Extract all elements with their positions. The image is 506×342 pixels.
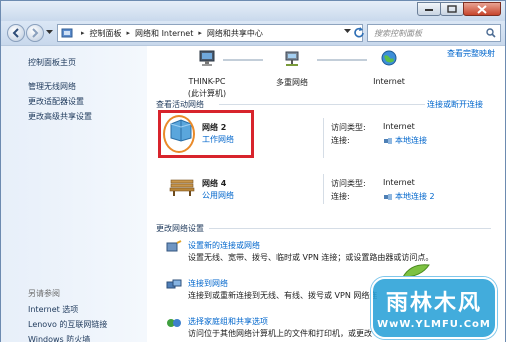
ethernet-connection-icon <box>384 137 392 144</box>
sidebar-item-internet-options[interactable]: Internet 选项 <box>28 304 78 315</box>
new-connection-icon <box>166 240 182 252</box>
address-bar[interactable]: ▸ 控制面板 ▸ 网络和 Internet ▸ 网络和共享中心 <box>57 24 363 42</box>
map-node-label: THINK-PC <box>188 77 226 86</box>
search-placeholder: 搜索控制面板 <box>374 28 422 38</box>
access-type-value: Internet <box>383 122 415 131</box>
connect-network-icon <box>166 279 182 289</box>
sidebar-item-change-adapter[interactable]: 更改适配器设置 <box>28 96 84 107</box>
access-type-label: 访问类型: <box>331 123 366 132</box>
connection-link[interactable]: 本地连接 <box>383 135 427 146</box>
close-icon <box>477 4 487 14</box>
highlight-annotation-circle <box>163 115 195 153</box>
breadcrumb-control-panel[interactable]: 控制面板 <box>90 28 122 39</box>
recent-pages-dropdown-icon[interactable] <box>46 30 53 35</box>
connection-name: 本地连接 <box>395 136 427 145</box>
breadcrumb-network-sharing-center[interactable]: 网络和共享中心 <box>207 28 263 39</box>
watermark-url: WwW.YLMFU.CoM <box>377 319 491 330</box>
map-node-internet[interactable]: Internet <box>365 50 413 86</box>
connection-label: 连接: <box>331 192 350 201</box>
control-panel-window: ▸ 控制面板 ▸ 网络和 Internet ▸ 网络和共享中心 搜索控制面板 控… <box>0 0 506 342</box>
title-bar[interactable] <box>1 1 505 21</box>
navigation-bar: ▸ 控制面板 ▸ 网络和 Internet ▸ 网络和共享中心 搜索控制面板 <box>1 21 505 45</box>
watermark-logo: 雨林木风 WwW.YLMFU.CoM <box>371 277 497 339</box>
computer-icon <box>199 50 215 66</box>
see-full-map-link[interactable]: 查看完整映射 <box>447 48 495 59</box>
change-settings-heading: 更改网络设置 <box>156 224 204 233</box>
map-node-label: Internet <box>373 77 405 86</box>
vertical-divider <box>323 118 324 158</box>
divider <box>209 228 491 229</box>
task-sidebar: 控制面板主页 管理无线网络 更改适配器设置 更改高级共享设置 另请参阅 Inte… <box>1 45 147 342</box>
connection-label: 连接: <box>331 136 350 145</box>
map-node-label: 多重网络 <box>276 78 308 87</box>
connect-disconnect-link[interactable]: 连接或断开连接 <box>427 99 483 110</box>
sidebar-item-lenovo-links[interactable]: Lenovo 的互联网链接 <box>28 319 107 330</box>
access-type-value: Internet <box>383 178 415 187</box>
setting-homegroup-sharing[interactable]: 选择家庭组和共享选项 访问位于其他网络计算机上的文件和打印机，或更改 <box>166 316 372 338</box>
setting-description: 设置无线、宽带、拨号、临时或 VPN 连接；或设置路由器或访问点。 <box>188 253 434 262</box>
map-connector-line <box>317 59 367 61</box>
back-button[interactable] <box>7 24 25 42</box>
sidebar-item-manage-wireless[interactable]: 管理无线网络 <box>28 81 76 92</box>
sidebar-item-advanced-sharing[interactable]: 更改高级共享设置 <box>28 111 92 122</box>
map-node-this-pc[interactable]: THINK-PC (此计算机) <box>179 50 235 99</box>
homegroup-icon <box>167 319 181 327</box>
minimize-button[interactable] <box>417 2 441 16</box>
forward-button[interactable] <box>26 24 44 42</box>
network-name: 网络 4 <box>202 179 227 188</box>
arrow-left-icon <box>12 28 19 38</box>
setting-description: 访问位于其他网络计算机上的文件和打印机，或更改 <box>188 329 372 338</box>
window-controls <box>417 2 501 16</box>
map-node-sublabel: (此计算机) <box>187 89 227 98</box>
sidebar-item-windows-firewall[interactable]: Windows 防火墙 <box>28 334 90 342</box>
breadcrumb-separator[interactable]: ▸ <box>198 29 202 37</box>
breadcrumb-separator[interactable]: ▸ <box>81 29 85 37</box>
setting-description: 连接到或重新连接到无线、有线、拨号或 VPN 网络连 <box>188 291 378 300</box>
close-button[interactable] <box>463 2 501 16</box>
network-bench-icon <box>285 51 299 66</box>
breadcrumb-separator[interactable]: ▸ <box>127 29 131 37</box>
control-panel-icon <box>61 28 73 38</box>
public-network-bench-icon <box>169 179 195 196</box>
setting-title-link[interactable]: 设置新的连接或网络 <box>188 240 260 251</box>
maximize-button[interactable] <box>440 2 464 16</box>
setting-title-link[interactable]: 选择家庭组和共享选项 <box>188 316 268 327</box>
see-also-heading: 另请参阅 <box>28 289 60 298</box>
arrow-right-icon <box>32 28 39 38</box>
maximize-icon <box>447 5 457 13</box>
divider <box>219 104 425 105</box>
sidebar-control-panel-home[interactable]: 控制面板主页 <box>28 57 76 68</box>
access-type-label: 访问类型: <box>331 179 366 188</box>
setting-title-link[interactable]: 连接到网络 <box>188 278 228 289</box>
refresh-icon[interactable] <box>353 26 365 38</box>
connection-name: 本地连接 2 <box>395 192 435 201</box>
breadcrumb-network-internet[interactable]: 网络和 Internet <box>135 28 193 39</box>
setting-new-connection[interactable]: 设置新的连接或网络 设置无线、宽带、拨号、临时或 VPN 连接；或设置路由器或访… <box>166 240 433 262</box>
connection-link[interactable]: 本地连接 2 <box>383 191 435 202</box>
minimize-icon <box>425 9 433 11</box>
map-node-multiple-networks[interactable]: 多重网络 <box>267 50 317 88</box>
search-box[interactable]: 搜索控制面板 <box>367 24 501 42</box>
setting-connect-to-network[interactable]: 连接到网络 连接到或重新连接到无线、有线、拨号或 VPN 网络连 <box>166 278 377 300</box>
ethernet-connection-icon <box>384 193 392 200</box>
network-location-type-link[interactable]: 公用网络 <box>202 190 234 201</box>
watermark-title: 雨林木风 <box>385 290 482 316</box>
address-dropdown-icon[interactable] <box>344 29 351 34</box>
vertical-divider <box>323 174 324 204</box>
globe-icon <box>381 50 397 66</box>
search-icon[interactable] <box>486 28 496 38</box>
active-networks-heading: 查看活动网络 <box>156 100 204 109</box>
